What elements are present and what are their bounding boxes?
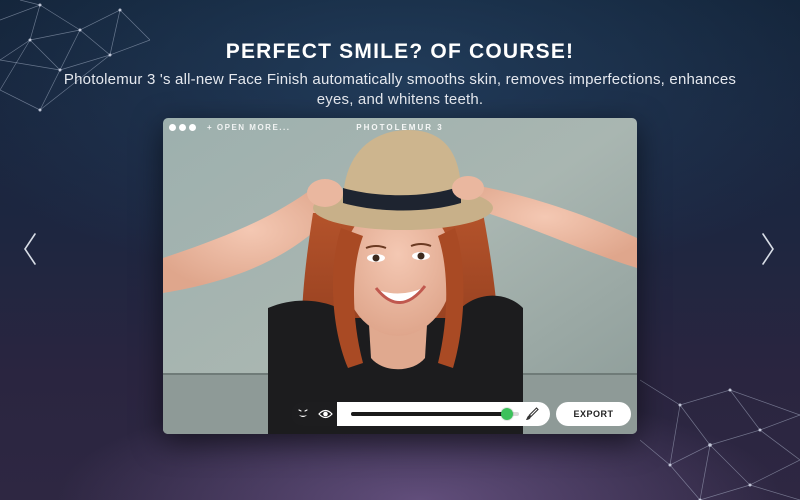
slider-thumb[interactable]: [501, 408, 514, 420]
slider-fill: [351, 412, 508, 416]
chevron-right-icon[interactable]: [760, 232, 776, 266]
photo-preview: [163, 118, 637, 434]
brush-icon[interactable]: [524, 406, 540, 422]
eye-icon: [318, 409, 333, 419]
enhancement-toolbar: EXPORT: [291, 402, 631, 426]
face-icon: [297, 409, 308, 417]
face-mode-button[interactable]: [291, 402, 314, 426]
enhancement-slider-box: [337, 402, 550, 426]
promo-description: Photolemur 3 's all-new Face Finish auto…: [63, 71, 737, 108]
mode-toggle-group: [291, 402, 337, 426]
eye-mode-button[interactable]: [314, 402, 337, 426]
promo-headline: PERFECT SMILE? OF COURSE!: [225, 40, 575, 63]
app-titlebar: + OPEN MORE... PHOTOLEMUR 3: [163, 118, 637, 140]
network-decoration-bottom-right: [640, 379, 800, 500]
export-button[interactable]: EXPORT: [556, 402, 631, 426]
chevron-left-icon[interactable]: [22, 232, 38, 266]
enhancement-slider[interactable]: [351, 408, 519, 420]
app-title: PHOTOLEMUR 3: [356, 123, 444, 132]
app-window: + OPEN MORE... PHOTOLEMUR 3 EXPORT: [163, 118, 637, 434]
